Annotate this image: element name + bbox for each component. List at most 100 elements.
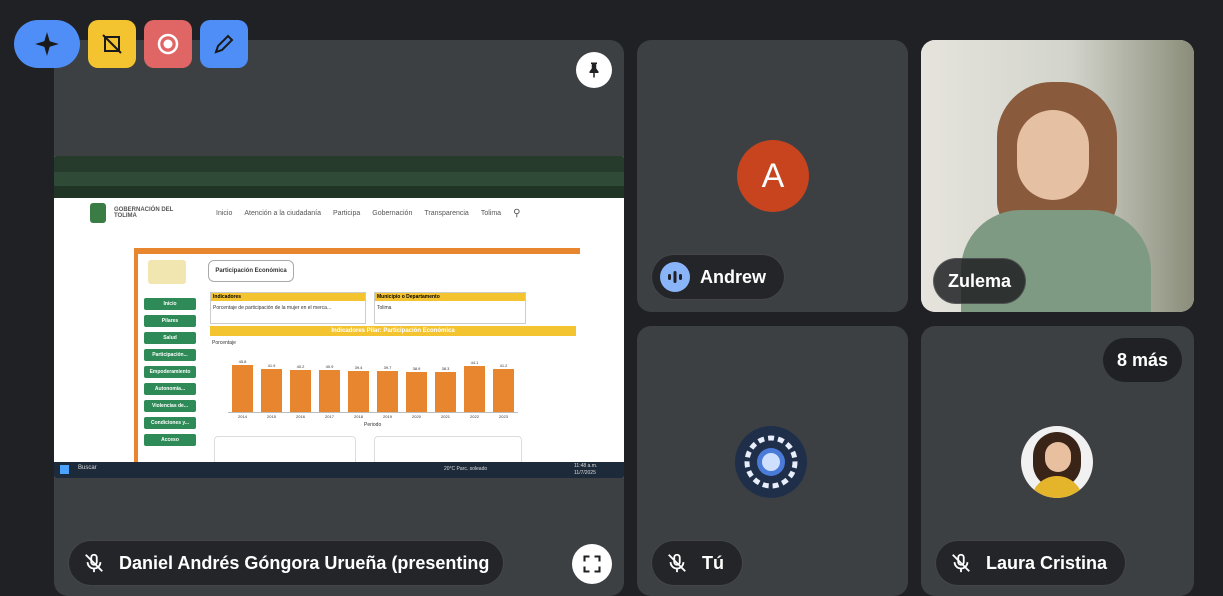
participant-tile-you[interactable]: Tú <box>637 326 908 596</box>
loading-avatar-icon <box>735 426 807 498</box>
section-title: Participación Económica <box>208 260 294 282</box>
search-icon[interactable]: ⚲ <box>513 208 520 219</box>
chart-bar <box>435 372 456 412</box>
sidebar-button[interactable]: Pilares <box>144 315 196 327</box>
chart-tick-label: 2015 <box>267 414 276 419</box>
participant-tile-andrew[interactable]: A Andrew <box>637 40 908 312</box>
floating-toolbar <box>14 20 248 68</box>
sidebar-button[interactable]: Autonomía... <box>144 383 196 395</box>
sidebar-button[interactable]: Salud <box>144 332 196 344</box>
record-icon <box>157 33 179 55</box>
participant-name-pill: Zulema <box>933 258 1027 304</box>
frame-off-icon <box>102 34 122 54</box>
site-nav: GOBERNACIÓN DEL TOLIMA Inicio Atención a… <box>54 198 624 228</box>
video-face <box>1017 110 1089 200</box>
pin-button[interactable] <box>576 52 612 88</box>
participant-name: Zulema <box>948 270 1012 291</box>
sidebar-button[interactable]: Participación... <box>144 349 196 361</box>
participant-tile-laura[interactable]: 8 más Laura Cristina <box>921 326 1194 596</box>
chart-tick-label: 2014 <box>238 414 247 419</box>
frame-off-button[interactable] <box>88 20 136 68</box>
chart-data-label: 39.4 <box>354 365 363 371</box>
nav-item[interactable]: Tolima <box>481 210 501 217</box>
nav-item[interactable]: Atención a la ciudadanía <box>244 210 321 217</box>
chart-ylabel: Porcentaje <box>212 340 236 346</box>
record-button[interactable] <box>144 20 192 68</box>
chart-data-label: 45.8 <box>238 358 247 364</box>
fullscreen-button[interactable] <box>572 544 612 584</box>
filter-indicator[interactable]: Indicadores Porcentaje de participación … <box>210 292 366 324</box>
filter-value: Tolima <box>377 305 392 311</box>
pin-icon <box>589 62 599 78</box>
dashboard: Participación Económica Inicio Pilares S… <box>134 248 580 468</box>
chart-data-label: 41.9 <box>267 362 276 368</box>
mic-off-icon <box>946 548 976 578</box>
presenter-name: Daniel Andrés Góngora Urueña (presenting… <box>119 552 489 573</box>
nav-item[interactable]: Participa <box>333 210 360 217</box>
chart-data-label: 44.1 <box>470 360 479 366</box>
site-name: GOBERNACIÓN DEL TOLIMA <box>114 207 174 219</box>
taskbar-search[interactable]: Buscar <box>78 465 97 471</box>
sidebar-button[interactable]: Condiciones y... <box>144 417 196 429</box>
presenter-name-pill: Daniel Andrés Góngora Urueña (presenting… <box>68 540 504 586</box>
speaking-indicator-icon <box>660 262 690 292</box>
chart-data-label: 39.7 <box>383 364 392 370</box>
nav-item[interactable]: Gobernación <box>372 210 412 217</box>
chart-tick-label: 2020 <box>412 414 421 419</box>
participant-name-pill: Tú <box>651 540 743 586</box>
chart-data-label: 40.2 <box>296 364 305 370</box>
sparkle-icon <box>35 32 59 56</box>
chart-tick-label: 2016 <box>296 414 305 419</box>
participant-name-pill: Andrew <box>651 254 786 300</box>
filter-value: Porcentaje de participación de la mujer … <box>213 305 332 311</box>
dashboard-sidebar: Inicio Pilares Salud Participación... Em… <box>144 298 196 451</box>
chart-bar <box>319 369 340 412</box>
filter-label: Indicadores <box>211 293 365 301</box>
nav-item[interactable]: Inicio <box>216 210 232 217</box>
browser-bookmarks <box>54 186 624 198</box>
browser-tabs <box>54 156 624 172</box>
chart-data-label: 40.9 <box>325 363 334 369</box>
chart-xlabel: Periodo <box>364 422 382 428</box>
shared-screen: GOBERNACIÓN DEL TOLIMA Inicio Atención a… <box>54 156 624 478</box>
chart-bar <box>348 371 369 412</box>
site-logo <box>90 203 106 223</box>
participant-name: Andrew <box>700 266 767 287</box>
participant-name-pill: Laura Cristina <box>935 540 1127 586</box>
chart-bar <box>493 369 514 412</box>
filter-municipality[interactable]: Municipio o Departamento Tolima <box>374 292 526 324</box>
participant-tile-zulema[interactable]: Zulema <box>921 40 1194 312</box>
sparkle-button[interactable] <box>14 20 80 68</box>
chart-area: 45.8 41.9 40.2 40.9 39.4 39.7 38.9 38.3 44.1 41.2 <box>228 350 518 413</box>
mic-off-icon <box>662 548 692 578</box>
sidebar-button[interactable]: Empoderamiento <box>144 366 196 378</box>
chart-bar <box>406 371 427 412</box>
sidebar-button[interactable]: Inicio <box>144 298 196 310</box>
sidebar-button[interactable]: Violencias de... <box>144 400 196 412</box>
taskbar-clock: 11:48 a.m. <box>574 463 598 469</box>
chart-tick-label: 2018 <box>354 414 363 419</box>
chart-bar <box>290 370 311 412</box>
nav-item[interactable]: Transparencia <box>424 210 469 217</box>
chart-data-label: 38.9 <box>412 365 421 371</box>
chart-xticks: 2014 2015 2016 2017 2018 2019 2020 2021 2022 2023 <box>228 414 518 422</box>
pen-button[interactable] <box>200 20 248 68</box>
chart-bar <box>232 364 253 412</box>
chart-tick-label: 2023 <box>499 414 508 419</box>
fullscreen-icon <box>583 555 601 573</box>
windows-start-icon[interactable] <box>60 465 69 474</box>
filter-label: Municipio o Departamento <box>375 293 525 301</box>
chart-bar <box>464 366 485 412</box>
avatar <box>1021 426 1093 498</box>
dashboard-logo <box>148 260 186 284</box>
chart-tick-label: 2022 <box>470 414 479 419</box>
chart-tick-label: 2017 <box>325 414 334 419</box>
chart-title-bar: Indicadores Pilar: Participación Económi… <box>210 326 576 336</box>
chart-data-label: 38.3 <box>441 366 450 372</box>
sidebar-button[interactable]: Acceso <box>144 434 196 446</box>
chart-tick-label: 2019 <box>383 414 392 419</box>
chart-bar <box>261 368 282 412</box>
chart-bar <box>377 370 398 412</box>
more-participants-badge[interactable]: 8 más <box>1102 338 1182 382</box>
chart-tick-label: 2021 <box>441 414 450 419</box>
